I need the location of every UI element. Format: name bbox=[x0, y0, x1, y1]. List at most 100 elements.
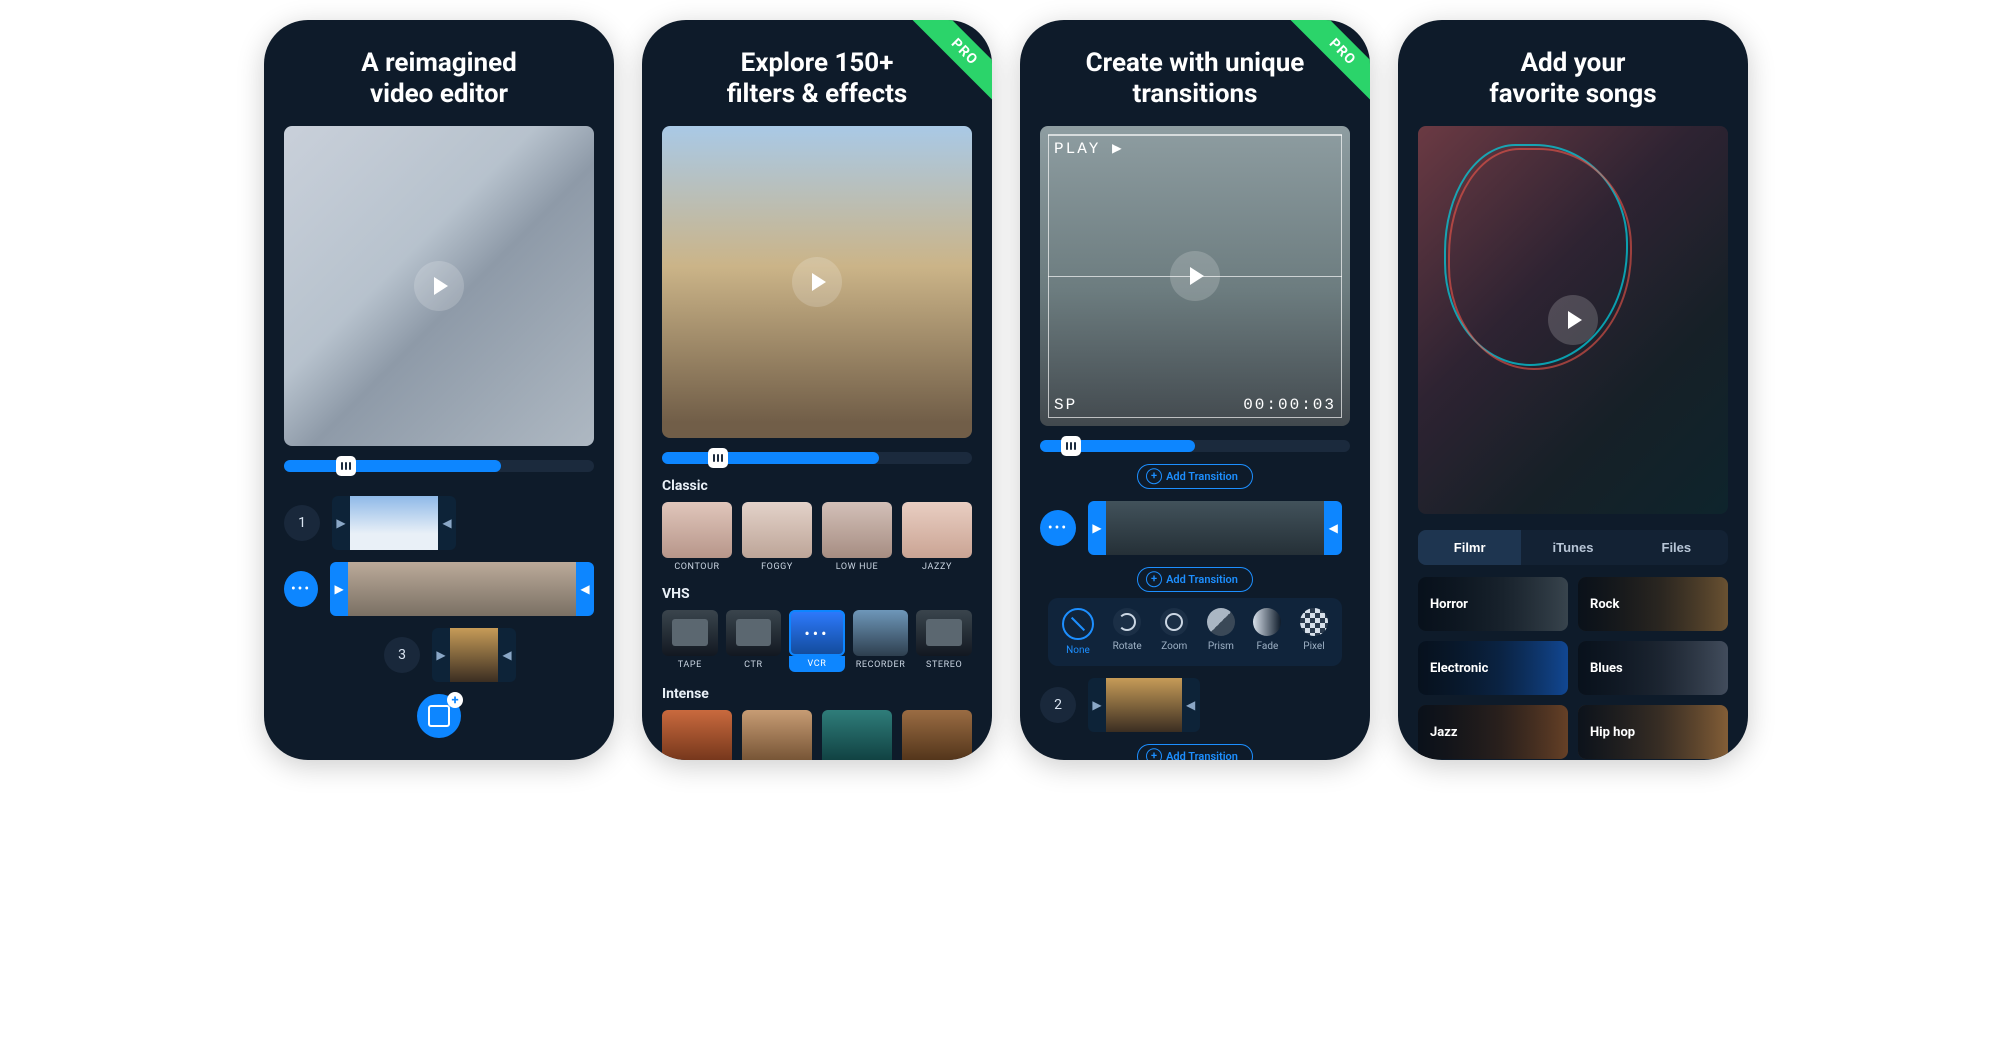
filter-jazzy[interactable]: JAZZY bbox=[902, 502, 972, 572]
transition-label: None bbox=[1066, 645, 1090, 656]
timeline-clip[interactable]: ▶◀ bbox=[330, 562, 594, 616]
clip-thumbnail bbox=[450, 628, 498, 682]
genre-label: Hip hop bbox=[1590, 725, 1635, 740]
clip-thumbnail bbox=[485, 562, 531, 616]
transition-rotate[interactable]: Rotate bbox=[1113, 608, 1142, 656]
filter-label: CONTOUR bbox=[674, 562, 719, 572]
transition-label: Rotate bbox=[1113, 641, 1142, 652]
clip-menu-button[interactable] bbox=[284, 571, 318, 607]
transition-pixel[interactable]: Pixel bbox=[1300, 608, 1328, 656]
genre-rock[interactable]: Rock bbox=[1578, 577, 1728, 631]
filter-label: TAPE bbox=[678, 660, 702, 670]
timeline-scrubber[interactable] bbox=[662, 452, 972, 464]
add-transition-button[interactable]: Add Transition bbox=[1040, 744, 1350, 760]
timeline-clip[interactable]: ▶◀ bbox=[332, 496, 456, 550]
timeline-clip[interactable]: ▶◀ bbox=[432, 628, 516, 682]
trim-handle-left[interactable]: ▶ bbox=[332, 496, 350, 550]
none-icon bbox=[1062, 608, 1094, 640]
transition-none[interactable]: None bbox=[1062, 608, 1094, 656]
add-transition-button[interactable]: Add Transition bbox=[1040, 567, 1350, 592]
timeline-clip[interactable]: ▶◀ bbox=[1088, 678, 1200, 732]
transition-label: Prism bbox=[1208, 641, 1234, 652]
trim-handle-right[interactable]: ◀ bbox=[1324, 501, 1342, 555]
trim-handle-right[interactable]: ◀ bbox=[498, 628, 516, 682]
filter-foggy[interactable]: FOGGY bbox=[742, 502, 812, 572]
genre-label: Electronic bbox=[1430, 661, 1488, 676]
filter-label: LOW HUE bbox=[836, 562, 879, 572]
filter-low-hue[interactable]: LOW HUE bbox=[822, 502, 892, 572]
trim-handle-right[interactable]: ◀ bbox=[438, 496, 456, 550]
filter-ctr[interactable]: CTR bbox=[726, 610, 782, 672]
screenshot-3: PRO Create with uniquetransitions PLAY ▶… bbox=[1020, 20, 1370, 760]
transition-zoom[interactable]: Zoom bbox=[1160, 608, 1188, 656]
timeline-row: 3▶◀ bbox=[284, 628, 594, 682]
genre-grid: HorrorRockElectronicBluesJazzHip hopPopF… bbox=[1398, 577, 1748, 760]
scrubber-handle[interactable] bbox=[708, 448, 728, 468]
clip-thumbnail bbox=[530, 562, 576, 616]
scrubber-handle[interactable] bbox=[336, 456, 356, 476]
plus-icon: + bbox=[447, 692, 463, 708]
filter-recorder[interactable]: RECORDER bbox=[853, 610, 909, 672]
filter-label: FOGGY bbox=[761, 562, 793, 572]
genre-blues[interactable]: Blues bbox=[1578, 641, 1728, 695]
scrubber-handle[interactable] bbox=[1061, 436, 1081, 456]
play-icon[interactable] bbox=[792, 257, 842, 307]
genre-jazz[interactable]: Jazz bbox=[1418, 705, 1568, 759]
clip-thumbnail bbox=[439, 562, 485, 616]
timeline-row: 1▶◀ bbox=[284, 496, 594, 550]
filter-thumbnail bbox=[662, 502, 732, 558]
transition-fade[interactable]: Fade bbox=[1253, 608, 1281, 656]
transition-label: Zoom bbox=[1161, 641, 1187, 652]
headline: Add yourfavorite songs bbox=[1398, 20, 1748, 126]
tab-filmr[interactable]: Filmr bbox=[1418, 530, 1521, 565]
clip-thumbnail bbox=[1106, 501, 1179, 555]
scrubber-progress bbox=[284, 460, 501, 472]
timeline-clip[interactable]: ▶◀ bbox=[1088, 501, 1342, 555]
clip-thumbnail bbox=[1251, 501, 1324, 555]
genre-hip-hop[interactable]: Hip hop bbox=[1578, 705, 1728, 759]
play-icon[interactable] bbox=[414, 261, 464, 311]
trim-handle-left[interactable]: ▶ bbox=[1088, 501, 1106, 555]
video-preview[interactable]: PLAY ▶ SP 00:00:03 bbox=[1040, 126, 1350, 426]
filter-stereo[interactable]: STEREO bbox=[916, 610, 972, 672]
scrubber-progress bbox=[662, 452, 879, 464]
clip-menu-button[interactable] bbox=[1040, 510, 1076, 546]
filter-mercury[interactable]: MERCURY bbox=[742, 710, 812, 760]
fade-icon bbox=[1253, 608, 1281, 636]
trim-handle-left[interactable]: ▶ bbox=[330, 562, 348, 616]
prism-icon bbox=[1207, 608, 1235, 636]
video-preview[interactable] bbox=[284, 126, 594, 446]
transition-prism[interactable]: Prism bbox=[1207, 608, 1235, 656]
filter-thumbnail bbox=[902, 710, 972, 760]
trim-handle-left[interactable]: ▶ bbox=[432, 628, 450, 682]
timeline-scrubber[interactable] bbox=[284, 460, 594, 472]
tab-files[interactable]: Files bbox=[1625, 530, 1728, 565]
filter-contour[interactable]: CONTOUR bbox=[662, 502, 732, 572]
filter-vcr[interactable]: VCR bbox=[789, 610, 845, 672]
filter-row: MARSMERCURYUNDERWATERNUANCE bbox=[662, 710, 972, 760]
filter-nuance[interactable]: NUANCE bbox=[902, 710, 972, 760]
filter-underwater[interactable]: UNDERWATER bbox=[822, 710, 892, 760]
add-media-button[interactable]: + bbox=[417, 694, 461, 738]
trim-handle-left[interactable]: ▶ bbox=[1088, 678, 1106, 732]
genre-horror[interactable]: Horror bbox=[1418, 577, 1568, 631]
filter-mars[interactable]: MARS bbox=[662, 710, 732, 760]
trim-handle-right[interactable]: ◀ bbox=[576, 562, 594, 616]
clip-thumbnail bbox=[348, 562, 394, 616]
genre-label: Blues bbox=[1590, 661, 1623, 676]
video-preview[interactable] bbox=[662, 126, 972, 438]
transition-label: Fade bbox=[1257, 641, 1279, 652]
video-preview[interactable] bbox=[1418, 126, 1728, 514]
filter-thumbnail bbox=[662, 710, 732, 760]
filter-thumbnail bbox=[902, 502, 972, 558]
filter-thumbnail bbox=[916, 610, 972, 656]
filter-tape[interactable]: TAPE bbox=[662, 610, 718, 672]
screenshot-2: PRO Explore 150+filters & effects Classi… bbox=[642, 20, 992, 760]
timeline-scrubber[interactable] bbox=[1040, 440, 1350, 452]
genre-electronic[interactable]: Electronic bbox=[1418, 641, 1568, 695]
filter-thumbnail bbox=[742, 710, 812, 760]
add-transition-button[interactable]: Add Transition bbox=[1040, 464, 1350, 489]
trim-handle-right[interactable]: ◀ bbox=[1182, 678, 1200, 732]
transition-picker: None Rotate Zoom Prism Fade Pixel bbox=[1048, 598, 1342, 666]
tab-itunes[interactable]: iTunes bbox=[1521, 530, 1624, 565]
